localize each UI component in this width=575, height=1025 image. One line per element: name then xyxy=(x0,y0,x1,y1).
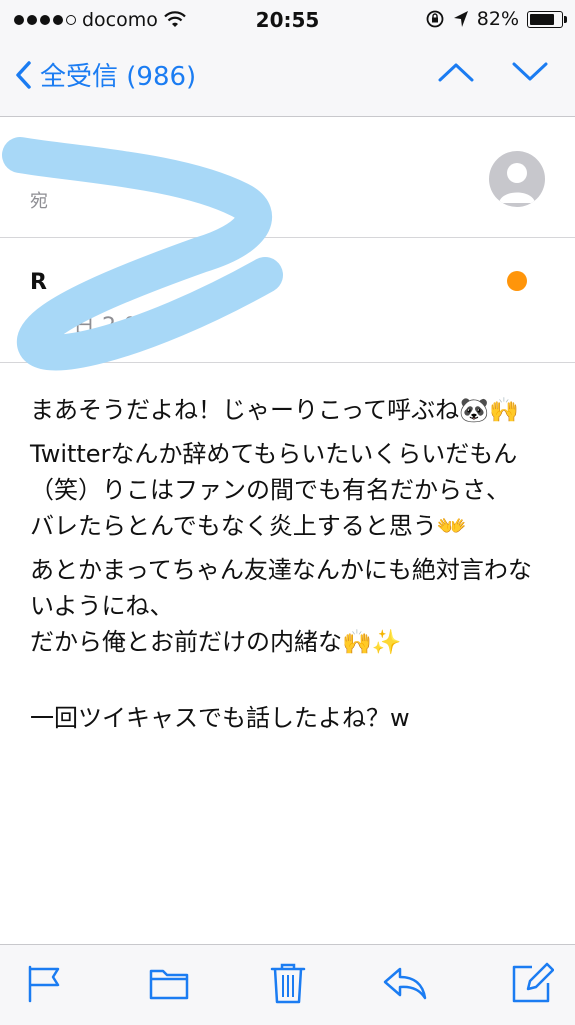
subject-row: R 6年 日 2:06 xyxy=(0,238,575,363)
location-icon xyxy=(453,11,468,27)
unread-dot xyxy=(507,271,527,291)
reply-icon[interactable] xyxy=(382,965,428,1001)
body-paragraph: 一回ツイキャスでも話したよね？w xyxy=(30,704,410,732)
body-paragraph: あとかまってちゃん友達なんかにも絶対言わないようにね、 だから俺とお前だけの内緒… xyxy=(30,556,532,656)
compose-icon[interactable] xyxy=(510,961,554,1005)
message-date: 6年 日 2:06 xyxy=(30,314,152,339)
sender-name[interactable]: の子さん xyxy=(60,145,156,180)
chevron-down-icon[interactable] xyxy=(511,60,549,84)
flag-icon[interactable] xyxy=(26,965,62,1003)
battery-icon xyxy=(527,10,567,28)
chevron-up-icon[interactable] xyxy=(437,60,475,84)
status-right: 82% xyxy=(425,8,567,30)
chevron-left-icon xyxy=(16,60,31,89)
battery-percent: 82% xyxy=(476,8,519,30)
body-paragraph: まあそうだよね！じゃーりこって呼ぶね🐼🙌 xyxy=(30,396,519,424)
message-nav-arrows xyxy=(437,60,549,84)
message-body: まあそうだよね！じゃーりこって呼ぶね🐼🙌 Twitterなんか辞めてもらいたいく… xyxy=(30,392,550,744)
trash-icon[interactable] xyxy=(270,961,306,1005)
sender-row: の子さん 宛 xyxy=(0,117,575,238)
recipient-label: 宛 xyxy=(30,191,48,212)
bottom-toolbar xyxy=(0,944,575,1025)
avatar[interactable] xyxy=(489,151,545,207)
rotation-lock-icon xyxy=(426,10,444,28)
message-subject: R xyxy=(30,270,47,295)
navigation-bar: 全受信 (986) xyxy=(0,40,575,117)
status-bar: docomo 20:55 82% xyxy=(0,0,575,40)
back-button[interactable]: 全受信 (986) xyxy=(14,56,196,93)
body-paragraph: Twitterなんか辞めてもらいたいくらいだもん（笑）りこはファンの間でも有名だ… xyxy=(30,440,518,540)
back-label: 全受信 (986) xyxy=(40,62,197,92)
person-silhouette-icon xyxy=(499,163,535,203)
folder-icon[interactable] xyxy=(148,965,190,1001)
